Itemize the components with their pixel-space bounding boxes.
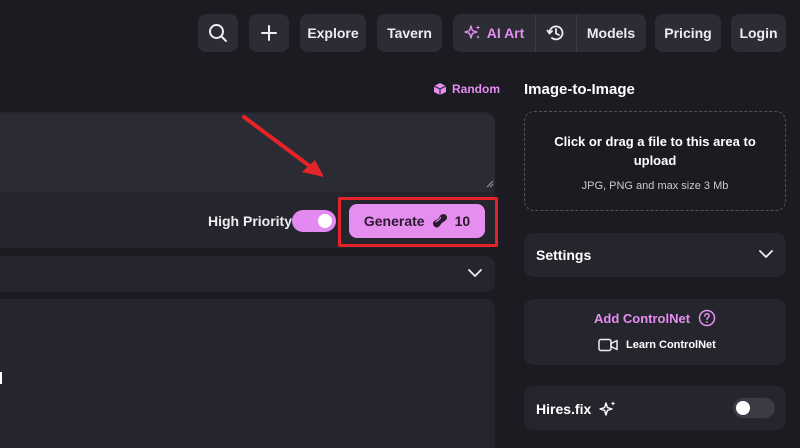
output-panel — [0, 299, 495, 448]
high-priority-toggle[interactable] — [292, 210, 336, 232]
cube-icon — [433, 83, 447, 95]
nav-login[interactable]: Login — [731, 14, 786, 52]
generate-button[interactable]: Generate 10 — [349, 204, 485, 238]
generate-cost: 10 — [454, 213, 471, 229]
hires-fix-title: Hires.fix — [536, 400, 617, 418]
dropzone-hint: JPG, PNG and max size 3 Mb — [581, 180, 729, 192]
hires-fix-row: Hires.fix — [524, 386, 786, 430]
sparkles-icon — [464, 25, 481, 39]
learn-controlnet-label: Learn ControlNet — [626, 339, 716, 351]
image-to-image-title: Image-to-Image — [524, 81, 635, 98]
dropzone-text: Click or drag a file to this area to upl… — [554, 134, 756, 168]
nav-ai-art[interactable]: AI Art — [453, 14, 535, 52]
hires-fix-label: Hires.fix — [536, 401, 592, 417]
resize-handle-icon[interactable] — [486, 180, 494, 188]
nav-pricing[interactable]: Pricing — [655, 14, 721, 52]
plus-icon — [261, 25, 277, 41]
add-controlnet-button[interactable]: Add ControlNet — [594, 309, 716, 327]
generate-label: Generate — [363, 213, 425, 229]
collapsible-row[interactable] — [0, 256, 495, 292]
help-icon[interactable] — [698, 309, 716, 327]
learn-controlnet-link[interactable]: Learn ControlNet — [598, 338, 716, 352]
high-priority-label: High Priority — [208, 213, 293, 229]
prompt-textarea[interactable] — [0, 114, 495, 192]
controlnet-panel: Add ControlNet Learn ControlNet — [524, 299, 786, 365]
search-icon — [209, 24, 227, 42]
ai-art-group: AI Art Models — [453, 14, 646, 52]
history-button[interactable] — [536, 14, 576, 52]
text-cursor — [0, 372, 2, 384]
sparkles-icon — [599, 401, 616, 416]
toggle-knob — [318, 214, 332, 228]
chevron-down-icon — [468, 269, 482, 277]
chevron-down-icon — [759, 250, 773, 258]
nav-tavern[interactable]: Tavern — [377, 14, 442, 52]
video-camera-icon — [598, 338, 618, 352]
random-label: Random — [452, 82, 500, 96]
add-controlnet-label: Add ControlNet — [594, 310, 691, 326]
search-button[interactable] — [198, 14, 238, 52]
random-button[interactable]: Random — [433, 82, 500, 96]
settings-label: Settings — [536, 247, 592, 263]
settings-row[interactable]: Settings — [524, 233, 786, 277]
nav-ai-art-label: AI Art — [486, 25, 525, 41]
toggle-knob — [736, 401, 750, 415]
nav-explore[interactable]: Explore — [300, 14, 366, 52]
create-button[interactable] — [249, 14, 289, 52]
bean-icon — [432, 214, 447, 228]
history-icon — [546, 25, 564, 41]
hires-fix-toggle[interactable] — [733, 398, 775, 418]
nav-models[interactable]: Models — [577, 14, 645, 52]
upload-dropzone[interactable]: Click or drag a file to this area to upl… — [524, 111, 786, 211]
